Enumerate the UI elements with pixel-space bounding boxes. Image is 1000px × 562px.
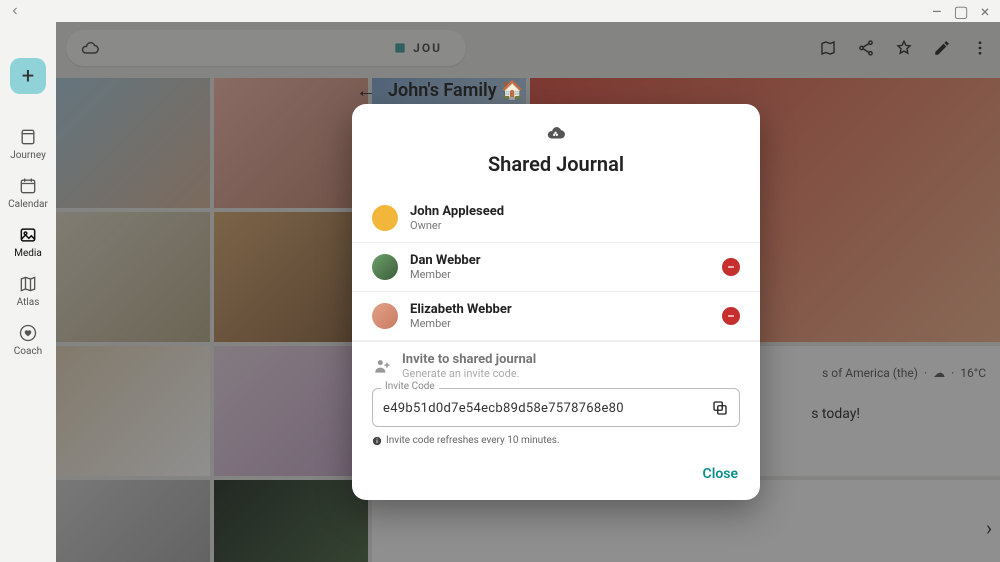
- info-icon: [372, 436, 382, 446]
- window-maximize-icon[interactable]: ▢: [954, 4, 968, 18]
- avatar: [372, 254, 398, 280]
- member-row: Dan Webber Member: [352, 243, 760, 292]
- sidebar-item-journey[interactable]: Journey: [10, 126, 46, 161]
- sidebar-item-media[interactable]: Media: [14, 224, 42, 259]
- invite-section: Invite to shared journal Generate an inv…: [352, 341, 760, 450]
- invite-code-label: Invite Code: [381, 381, 439, 392]
- remove-member-button[interactable]: [722, 258, 740, 276]
- member-name: Dan Webber: [410, 253, 481, 268]
- avatar: [372, 205, 398, 231]
- member-role: Owner: [410, 219, 504, 232]
- member-row: John Appleseed Owner: [352, 194, 760, 243]
- shared-cloud-icon: [352, 122, 760, 144]
- member-role: Member: [410, 268, 481, 281]
- sidebar-item-coach[interactable]: Coach: [14, 322, 42, 357]
- image-icon: [17, 224, 39, 246]
- heart-circle-icon: [17, 322, 39, 344]
- add-person-icon: [372, 356, 392, 376]
- window-close-icon[interactable]: ×: [978, 4, 992, 18]
- sidebar-item-calendar[interactable]: Calendar: [8, 175, 48, 210]
- close-button[interactable]: Close: [703, 466, 738, 482]
- dialog-header: ← John's Family 🏠: [356, 78, 524, 103]
- member-name: Elizabeth Webber: [410, 302, 512, 317]
- dialog-title: Shared Journal: [352, 152, 760, 176]
- calendar-icon: [17, 175, 39, 197]
- avatar: [372, 303, 398, 329]
- sidebar-item-label: Atlas: [17, 297, 40, 308]
- member-row: Elizabeth Webber Member: [352, 292, 760, 341]
- invite-code-value: e49b51d0d7e54ecb89d58e7578768e80: [383, 401, 695, 416]
- sidebar-item-label: Coach: [14, 346, 42, 357]
- book-icon: [17, 126, 39, 148]
- main-content: JOU s: [56, 22, 1000, 562]
- window-titlebar: – ▢ ×: [0, 0, 1000, 22]
- back-icon[interactable]: [8, 4, 22, 18]
- add-button[interactable]: +: [10, 58, 46, 94]
- sidebar-item-label: Calendar: [8, 199, 48, 210]
- invite-subtitle: Generate an invite code.: [402, 367, 536, 380]
- sidebar: + Journey Calendar Media Atlas: [0, 22, 56, 562]
- sidebar-item-atlas[interactable]: Atlas: [17, 273, 40, 308]
- invite-note: Invite code refreshes every 10 minutes.: [372, 435, 740, 446]
- invite-code-field[interactable]: Invite Code e49b51d0d7e54ecb89d58e757876…: [372, 388, 740, 427]
- member-role: Member: [410, 317, 512, 330]
- copy-icon[interactable]: [709, 397, 731, 419]
- shared-journal-dialog: Shared Journal John Appleseed Owner Dan …: [352, 104, 760, 500]
- sidebar-item-label: Media: [14, 248, 42, 259]
- remove-member-button[interactable]: [722, 307, 740, 325]
- map-icon: [17, 273, 39, 295]
- journal-title: John's Family 🏠: [388, 80, 524, 101]
- member-name: John Appleseed: [410, 204, 504, 219]
- back-icon[interactable]: ←: [356, 78, 376, 103]
- sidebar-item-label: Journey: [10, 150, 46, 161]
- window-minimize-icon[interactable]: –: [930, 4, 944, 18]
- invite-title: Invite to shared journal: [402, 352, 536, 367]
